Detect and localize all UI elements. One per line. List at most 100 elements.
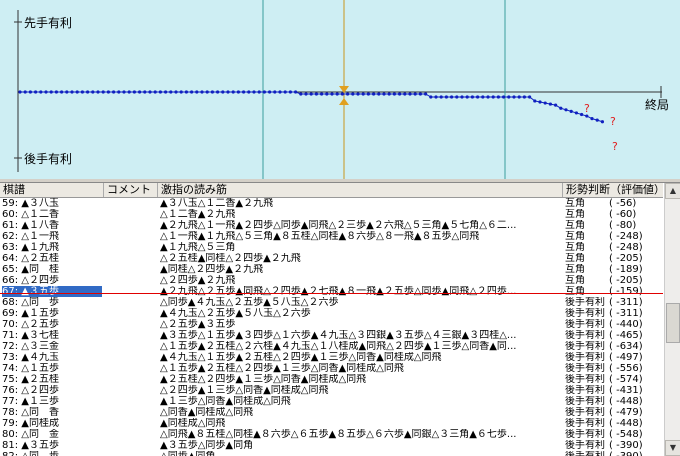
reading-cell: △２五桂▲同桂△２四歩▲２九飛 [160, 253, 301, 264]
evaluation-point [522, 95, 527, 99]
column-header-kifu[interactable]: 棋譜 [0, 183, 104, 197]
evaluation-value-cell: ( -634) [609, 341, 643, 352]
current-move-indicator-line [0, 293, 663, 294]
move-row[interactable]: 70: △２五歩 △２五歩▲３五歩 後手有利 ( -440) [0, 319, 663, 330]
evaluation-point [75, 90, 79, 94]
move-row[interactable]: 66: △２四歩 △２四歩▲２九飛 互角 ( -205) [0, 275, 663, 286]
move-row[interactable]: 64: △２五桂 △２五桂▲同桂△２四歩▲２九飛 互角 ( -205) [0, 253, 663, 264]
reading-cell: △同歩▲４九玉△２五歩▲５八玉△２六歩 [160, 297, 339, 308]
evaluation-point [86, 90, 90, 94]
evaluation-point [340, 92, 344, 96]
evaluation-graph[interactable]: ? ? ? 先手有利 後手有利 終局 [0, 0, 680, 180]
judgement-cell: 後手有利 [565, 330, 605, 341]
reading-cell: △１二香▲２九飛 [160, 209, 236, 220]
reading-cell: ▲３五歩△１五歩▲３四歩△１六歩▲４九玉△３四銀▲３五歩△４三銀▲３四桂△... [160, 330, 517, 341]
evaluation-point [528, 95, 532, 99]
evaluation-point [382, 92, 386, 96]
evaluation-value-cell: ( -497) [609, 352, 643, 363]
evaluation-point [356, 92, 360, 96]
evaluation-point [470, 95, 474, 99]
move-row[interactable]: 80: △同 金 △同飛▲８五桂△同桂▲８六歩△６五歩▲８五歩△６六歩▲同銀△３三… [0, 429, 663, 440]
evaluation-point [491, 95, 495, 99]
evaluation-point [268, 90, 272, 94]
evaluation-point [91, 90, 95, 94]
evaluation-value-cell: ( -60) [609, 209, 637, 220]
move-row[interactable]: 69: ▲１五歩 ▲４九玉△２五歩▲５八玉△２六歩 後手有利 ( -311) [0, 308, 663, 319]
judgement-cell: 互角 [565, 209, 585, 220]
scroll-thumb[interactable] [666, 303, 680, 343]
move-row[interactable]: 82: △同 歩 △同歩▲同角後手有利( -390) [0, 451, 663, 456]
move-row[interactable]: 79: ▲同桂成 ▲同桂成△同飛 後手有利 ( -448) [0, 418, 663, 429]
move-row[interactable]: 75: ▲２五桂 ▲２五桂△２四歩▲１三歩△同香▲同桂成△同飛 後手有利 ( -574… [0, 374, 663, 385]
move-row[interactable]: 78: △同 香 △同香▲同桂成△同飛 後手有利 ( -479) [0, 407, 663, 418]
move-row[interactable]: 73: ▲４九玉 ▲４九玉△１五歩▲２五桂△２四歩▲１三歩△同香▲同桂成△同飛 後手… [0, 352, 663, 363]
move-row[interactable]: 59: ▲３八玉 ▲３八玉△１二香▲２九飛 互角 ( -56) [0, 198, 663, 209]
column-header-reading[interactable]: 激指の読み筋 [158, 183, 563, 197]
move-row[interactable]: 72: △３三金 △１五歩▲２五桂△２六桂▲４九玉△１八桂成▲同飛△２四歩▲１三歩… [0, 341, 663, 352]
evaluation-point [247, 90, 251, 94]
evaluation-point [429, 95, 433, 99]
reading-cell: ▲２九飛△２五歩▲同飛△２四歩▲２七飛▲８一飛▲２五歩△同歩▲同飛△２四歩... [160, 286, 517, 297]
move-row[interactable]: 76: △２四歩 △２四歩▲１三歩△同香▲同桂成△同飛 後手有利 ( -431) [0, 385, 663, 396]
evaluation-point [543, 101, 547, 105]
evaluation-point [39, 90, 43, 94]
evaluation-point [158, 90, 162, 94]
move-row[interactable]: 63: ▲１九飛 ▲１九飛△５三角 互角 ( -248) [0, 242, 663, 253]
move-row[interactable]: 74: △１五歩 △１五歩▲２五桂△２四歩▲１三歩△同香▲同桂成△同飛 後手有利 ( … [0, 363, 663, 374]
move-row[interactable]: 81: ▲３五歩 ▲３五歩△同歩▲同角 後手有利 ( -390) [0, 440, 663, 451]
advantage-white-label: 後手有利 [24, 152, 73, 166]
evaluation-points [18, 90, 605, 124]
move-list[interactable]: 棋譜 コメント 激指の読み筋 形勢判断（評価値） 59: ▲３八玉 ▲３八玉△１二… [0, 183, 663, 456]
move-row[interactable]: 60: △１二香 △１二香▲２九飛 互角 ( -60) [0, 209, 663, 220]
evaluation-point [195, 90, 199, 94]
column-header-evaluation[interactable]: 形勢判断（評価値） [563, 183, 663, 197]
move-row[interactable]: 67: ▲３五歩 ▲２九飛△２五歩▲同飛△２四歩▲２七飛▲８一飛▲２五歩△同歩▲同… [0, 286, 663, 297]
move-row[interactable]: 68: △同 歩 △同歩▲４九玉△２五歩▲５八玉△２六歩 後手有利 ( -311) [0, 297, 663, 308]
evaluation-point [460, 95, 464, 99]
move-row[interactable]: 71: ▲３七桂 ▲３五歩△１五歩▲３四歩△１六歩▲４九玉△３四銀▲３五歩△４三銀… [0, 330, 663, 341]
evaluation-point [288, 90, 292, 94]
evaluation-value-cell: ( -390) [609, 451, 663, 456]
evaluation-point [252, 90, 256, 94]
column-header-comment[interactable]: コメント [104, 183, 158, 197]
evaluation-point [413, 92, 417, 96]
evaluation-value-cell: ( -556) [609, 363, 643, 374]
advantage-black-label: 先手有利 [24, 16, 73, 30]
judgement-cell: 後手有利 [565, 341, 605, 352]
move-row[interactable]: 77: ▲１三歩 ▲１三歩△同香▲同桂成△同飛 後手有利 ( -448) [0, 396, 663, 407]
evaluation-point [481, 95, 485, 99]
evaluation-point [221, 90, 225, 94]
reading-cell: ▲１三歩△同香▲同桂成△同飛 [160, 396, 291, 407]
evaluation-point [169, 90, 173, 94]
move-cell: 69: ▲１五歩 [2, 308, 59, 319]
reading-cell: △２四歩▲１三歩△同香▲同桂成△同飛 [160, 385, 329, 396]
evaluation-point [205, 90, 209, 94]
evaluation-point [351, 92, 355, 96]
evaluation-graph-canvas[interactable]: ? ? ? [0, 0, 680, 179]
scroll-up-button[interactable]: ▲ [665, 183, 680, 199]
evaluation-point [434, 95, 438, 99]
list-header: 棋譜 コメント 激指の読み筋 形勢判断（評価値） [0, 183, 663, 198]
scroll-down-button[interactable]: ▼ [665, 440, 680, 456]
move-cell: 76: △２四歩 [2, 385, 59, 396]
evaluation-value-cell: ( -80) [609, 220, 637, 231]
vertical-scrollbar[interactable]: ▲ ▼ [664, 183, 680, 456]
evaluation-point [496, 95, 500, 99]
reading-cell: ▲３五歩△同歩▲同角 [160, 440, 254, 451]
reading-cell: △１五歩▲２五桂△２四歩▲１三歩△同香▲同桂成△同飛 [160, 363, 404, 374]
judgement-cell: 後手有利 [565, 440, 605, 451]
judgement-cell: 後手有利 [565, 308, 605, 319]
evaluation-point [455, 95, 459, 99]
evaluation-point [34, 90, 38, 94]
evaluation-point [392, 92, 396, 96]
judgement-cell: 互角 [565, 264, 585, 275]
evaluation-point [127, 90, 131, 94]
move-row[interactable]: 62: △１一飛 △１一飛▲１九飛△５三角▲８五桂△同桂▲８六歩△８一飛▲８五歩△… [0, 231, 663, 242]
move-cell: 68: △同 歩 [2, 297, 59, 308]
move-cell: 67: ▲３五歩 [2, 286, 102, 297]
move-row[interactable]: 65: ▲同 桂 ▲同桂△２四歩▲２九飛 互角 ( -189) [0, 264, 663, 275]
evaluation-value-cell: ( -56) [609, 198, 637, 209]
evaluation-value-cell: ( -431) [609, 385, 643, 396]
move-row[interactable]: 61: ▲１八香 ▲２九飛△１一飛▲２四歩△同歩▲同飛△２三歩▲２六飛△５三角▲５… [0, 220, 663, 231]
reading-cell: △２四歩▲２九飛 [160, 275, 236, 286]
